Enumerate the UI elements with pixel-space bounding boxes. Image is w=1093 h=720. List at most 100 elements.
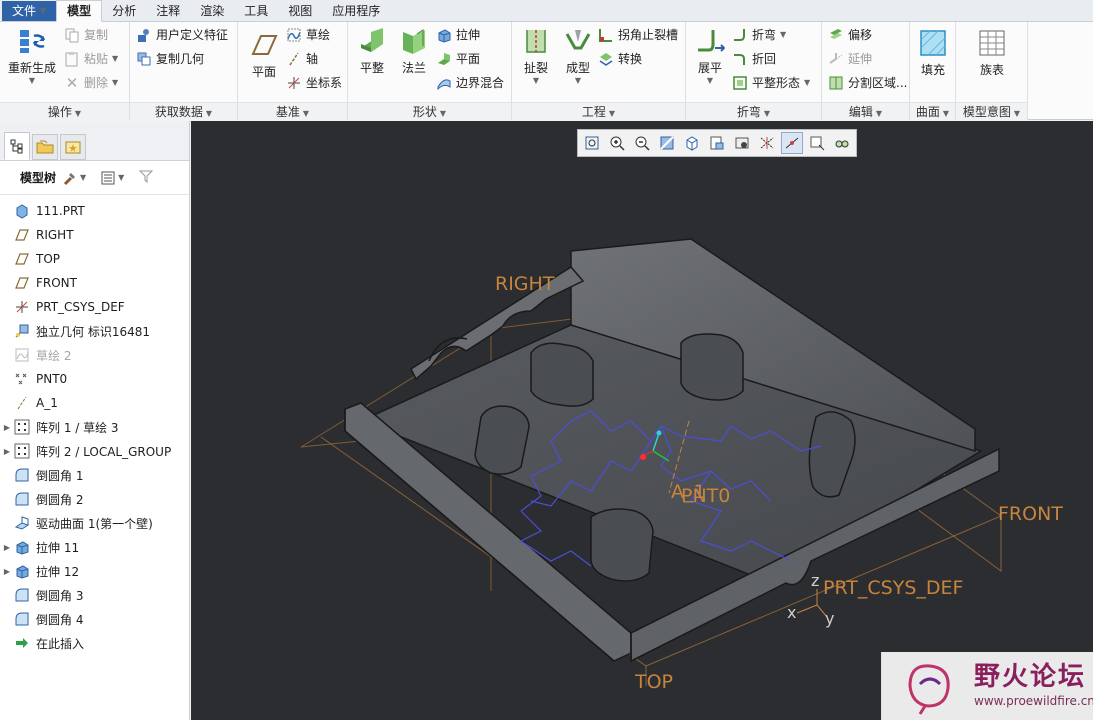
graphics-viewport[interactable]: RIGHT FRONT TOP A_1 PNT0 PRT_CSYS_DEF x … bbox=[191, 121, 1093, 720]
flange-button[interactable]: 法兰 bbox=[394, 26, 434, 76]
paste-button[interactable]: 粘贴 ▼ bbox=[64, 48, 118, 70]
family-table-button[interactable]: 族表 bbox=[972, 28, 1012, 78]
tree-item[interactable]: 驱动曲面 1(第一个壁) bbox=[0, 511, 189, 535]
model-canvas[interactable] bbox=[191, 121, 1093, 720]
operations-label: 操作 bbox=[47, 105, 72, 119]
tree-item[interactable]: 独立几何 标识16481 bbox=[0, 319, 189, 343]
expand-arrow-icon[interactable]: ▶ bbox=[0, 447, 14, 456]
regenerate-button[interactable]: 重新生成 ▼ bbox=[4, 26, 60, 85]
tree-item[interactable]: 倒圆角 4 bbox=[0, 607, 189, 631]
tree-filter-button[interactable] bbox=[138, 168, 154, 187]
group-label-get-data[interactable]: 获取数据 ▼ bbox=[130, 102, 237, 120]
datum-label-right[interactable]: RIGHT bbox=[495, 273, 554, 295]
csys-button[interactable]: 坐标系 bbox=[286, 72, 342, 94]
group-label-operations[interactable]: 操作 ▼ bbox=[0, 102, 129, 120]
group-label-editing[interactable]: 编辑 ▼ bbox=[822, 102, 909, 120]
tree-item[interactable]: 倒圆角 1 bbox=[0, 463, 189, 487]
appearance-button[interactable] bbox=[831, 132, 853, 154]
group-label-model-intent[interactable]: 模型意图 ▼ bbox=[956, 102, 1027, 120]
tab-file[interactable]: 文件 ▼ bbox=[2, 1, 57, 21]
folder-browser-tab[interactable] bbox=[32, 134, 58, 160]
tab-render[interactable]: 渲染 bbox=[190, 1, 234, 21]
form-label: 成型 bbox=[565, 61, 590, 75]
tree-item[interactable]: 111.PRT bbox=[0, 199, 189, 223]
engineering-label: 工程 bbox=[581, 105, 606, 119]
tree-item[interactable]: RIGHT bbox=[0, 223, 189, 247]
boundary-blend-button[interactable]: 边界混合 bbox=[436, 72, 504, 94]
split-area-button[interactable]: 分割区域... bbox=[828, 72, 907, 94]
model-tree-tab[interactable] bbox=[4, 132, 30, 160]
fill-button[interactable]: 填充 bbox=[914, 28, 952, 78]
expand-arrow-icon[interactable]: ▶ bbox=[0, 543, 14, 552]
tree-item[interactable]: PNT0 bbox=[0, 367, 189, 391]
csys-icon bbox=[288, 77, 300, 89]
saved-views-button[interactable] bbox=[706, 132, 728, 154]
display-style-button[interactable] bbox=[681, 132, 703, 154]
offset-button[interactable]: 偏移 bbox=[828, 24, 872, 46]
tab-view[interactable]: 视图 bbox=[278, 1, 322, 21]
group-label-bends[interactable]: 折弯 ▼ bbox=[686, 102, 821, 120]
cube-icon bbox=[686, 136, 698, 151]
tree-item[interactable]: FRONT bbox=[0, 271, 189, 295]
tree-item[interactable]: 倒圆角 3 bbox=[0, 583, 189, 607]
zoom-in-button[interactable] bbox=[606, 132, 628, 154]
datum-display-button[interactable] bbox=[756, 132, 778, 154]
copy-button[interactable]: 复制 bbox=[64, 24, 108, 46]
tree-item[interactable]: ▶ 阵列 2 / LOCAL_GROUP bbox=[0, 439, 189, 463]
expand-arrow-icon[interactable]: ▶ bbox=[0, 567, 14, 576]
point-label-pnt0[interactable]: PNT0 bbox=[681, 485, 730, 507]
tree-item[interactable]: TOP bbox=[0, 247, 189, 271]
group-label-engineering[interactable]: 工程 ▼ bbox=[512, 102, 685, 120]
group-label-surfaces[interactable]: 曲面 ▼ bbox=[910, 102, 955, 120]
group-label-datum[interactable]: 基准 ▼ bbox=[238, 102, 347, 120]
expand-arrow-icon[interactable]: ▶ bbox=[0, 423, 14, 432]
tree-item[interactable]: 草绘 2 bbox=[0, 343, 189, 367]
tab-model[interactable]: 模型 bbox=[56, 0, 103, 22]
form-button[interactable]: 成型 ▼ bbox=[558, 26, 598, 85]
extrude-button[interactable]: 拉伸 bbox=[436, 24, 480, 46]
flat-state-button[interactable]: 平整形态 ▼ bbox=[732, 72, 810, 94]
bend-back-button[interactable]: 折回 bbox=[732, 48, 776, 70]
group-operations: 重新生成 ▼ 复制 粘贴 ▼ ✕ 删除 ▼ 操作 ▼ bbox=[0, 22, 130, 120]
convert-button[interactable]: 转换 bbox=[598, 48, 642, 70]
group-label-shapes[interactable]: 形状 ▼ bbox=[348, 102, 511, 120]
repaint-button[interactable] bbox=[656, 132, 678, 154]
extend-button[interactable]: 延伸 bbox=[828, 48, 872, 70]
bend-button[interactable]: 折弯 ▼ bbox=[732, 24, 786, 46]
tree-item[interactable]: A_1 bbox=[0, 391, 189, 415]
axis-button[interactable]: 轴 bbox=[286, 48, 318, 70]
tab-tools[interactable]: 工具 bbox=[234, 1, 278, 21]
sketch-button[interactable]: 草绘 bbox=[286, 24, 330, 46]
tree-item-label: A_1 bbox=[36, 396, 58, 410]
tree-item[interactable]: 在此插入 bbox=[0, 631, 189, 655]
tree-settings-button[interactable]: ▼ bbox=[62, 170, 86, 186]
rip-button[interactable]: 扯裂 ▼ bbox=[516, 26, 556, 85]
refit-button[interactable] bbox=[581, 132, 603, 154]
zoom-out-button[interactable] bbox=[631, 132, 653, 154]
annotation-display-button[interactable] bbox=[781, 132, 803, 154]
datum-plane-button[interactable]: 平面 bbox=[244, 30, 284, 80]
datum-label-top[interactable]: TOP bbox=[635, 671, 673, 693]
tree-item[interactable]: ▶ 阵列 1 / 草绘 3 bbox=[0, 415, 189, 439]
tree-show-button[interactable]: ▼ bbox=[100, 170, 124, 186]
group-get-data: 用户定义特征 复制几何 获取数据 ▼ bbox=[130, 22, 238, 120]
view-manager-button[interactable] bbox=[731, 132, 753, 154]
planar-button[interactable]: 平面 bbox=[436, 48, 480, 70]
unbend-button[interactable]: 展平 ▼ bbox=[690, 26, 730, 85]
tree-item[interactable]: 倒圆角 2 bbox=[0, 487, 189, 511]
tree-item[interactable]: PRT_CSYS_DEF bbox=[0, 295, 189, 319]
tree-item[interactable]: ▶ 拉伸 12 bbox=[0, 559, 189, 583]
datum-label-front[interactable]: FRONT bbox=[998, 503, 1063, 525]
favorites-tab[interactable] bbox=[60, 134, 86, 160]
tree-item[interactable]: ▶ 拉伸 11 bbox=[0, 535, 189, 559]
csys-label-prt[interactable]: PRT_CSYS_DEF bbox=[823, 577, 963, 599]
tab-applications[interactable]: 应用程序 bbox=[322, 1, 390, 21]
corner-relief-button[interactable]: 拐角止裂槽 bbox=[598, 24, 678, 46]
udf-button[interactable]: 用户定义特征 bbox=[136, 24, 228, 46]
copy-geometry-button[interactable]: 复制几何 bbox=[136, 48, 204, 70]
flatten-button[interactable]: 平整 bbox=[352, 26, 392, 76]
delete-button[interactable]: ✕ 删除 ▼ bbox=[64, 72, 118, 94]
tab-annotate[interactable]: 注释 bbox=[146, 1, 190, 21]
tab-analysis[interactable]: 分析 bbox=[102, 1, 146, 21]
spin-center-button[interactable] bbox=[806, 132, 828, 154]
